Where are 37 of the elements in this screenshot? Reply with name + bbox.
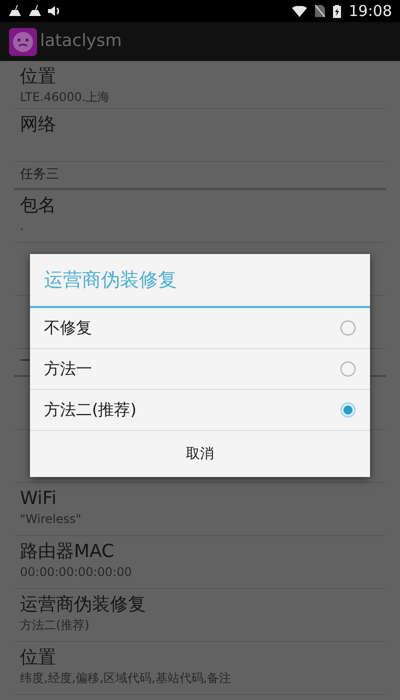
notification-icon xyxy=(28,5,42,17)
row-subtitle: 方法二(推荐) xyxy=(20,617,90,633)
radio-button[interactable] xyxy=(340,320,356,336)
radio-button[interactable] xyxy=(340,361,356,377)
notification-icon xyxy=(8,5,22,17)
row-subtitle: . xyxy=(20,218,25,234)
section-header: 任务三 xyxy=(14,162,386,190)
radio-option[interactable]: 不修复 xyxy=(30,308,370,349)
settings-row[interactable]: 位置 纬度,经度,偏移,区域代码,基站代码,备注 xyxy=(14,642,386,695)
wifi-icon xyxy=(292,6,307,16)
settings-row[interactable]: 包名 . xyxy=(14,190,386,243)
row-title: 网络 xyxy=(20,113,57,137)
row-subtitle: 纬度,经度,偏移,区域代码,基站代码,备注 xyxy=(20,670,232,686)
settings-row[interactable]: 运营商伪装修复 方法二(推荐) xyxy=(14,589,386,642)
settings-row[interactable]: 位置 LTE.46000.上海 xyxy=(14,61,386,109)
app-title: lataclysm xyxy=(40,30,122,53)
row-title: 位置 xyxy=(20,64,57,88)
radio-button[interactable] xyxy=(340,402,356,418)
battery-charging-icon xyxy=(332,4,341,18)
settings-row[interactable]: WiFi "Wireless" xyxy=(14,483,386,536)
dialog-title: 运营商伪装修复 xyxy=(44,268,177,293)
row-title: 位置 xyxy=(20,646,57,670)
volume-icon xyxy=(48,5,61,17)
row-subtitle: LTE.46000.上海 xyxy=(20,88,111,104)
no-sim-icon xyxy=(314,5,325,17)
row-title: 运营商伪装修复 xyxy=(20,593,147,617)
row-title: WiFi xyxy=(20,487,58,511)
row-title: 包名 xyxy=(20,194,57,218)
settings-row[interactable]: 路由器MAC 00:00:00:00:00:00 xyxy=(14,536,386,589)
app-logo-icon xyxy=(9,28,37,56)
row-subtitle: 00:00:00:00:00:00 xyxy=(20,564,133,580)
row-subtitle: "Wireless" xyxy=(20,511,82,527)
row-title: 路由器MAC xyxy=(20,540,116,564)
cancel-button[interactable]: 取消 xyxy=(30,431,370,477)
radio-option[interactable]: 方法一 xyxy=(30,349,370,390)
settings-row[interactable]: 网络 xyxy=(14,109,386,162)
clock: 19:08 xyxy=(348,4,392,18)
